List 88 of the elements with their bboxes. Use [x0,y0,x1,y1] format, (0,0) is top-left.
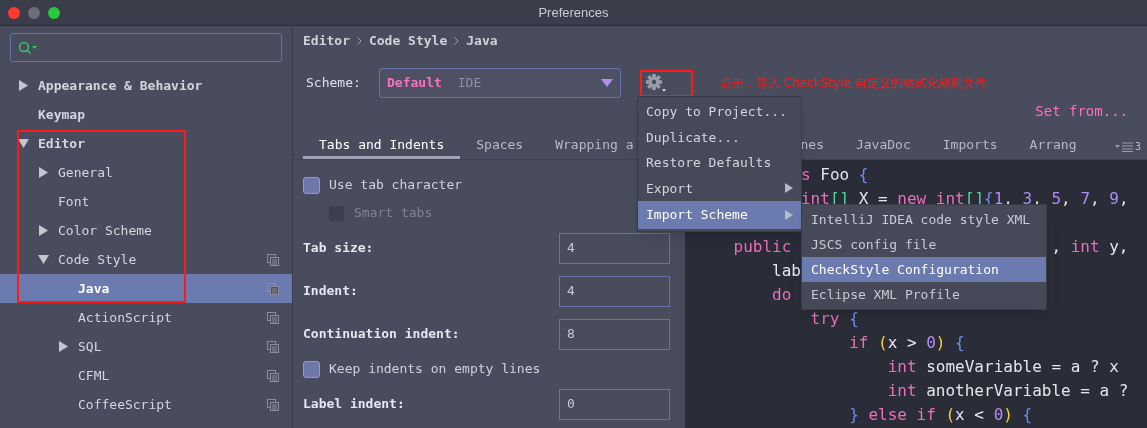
zoom-button[interactable] [48,6,60,19]
expanded-arrow-icon[interactable] [18,138,29,149]
tree-item[interactable]: Appearance & Behavior [0,71,292,100]
checkbox[interactable] [303,360,320,378]
chevron-icon [356,37,362,45]
field-label: Continuation indent: [303,325,461,344]
tree-item-label: SQL [78,337,103,356]
search-field[interactable] [10,33,282,62]
checkbox-label: Keep indents on empty lines [329,360,541,379]
field-label: Indent: [303,282,359,301]
list-icon [1114,141,1133,152]
tree-item-label: CoffeeScript [78,395,173,414]
tree-item[interactable]: Color Scheme [0,216,292,245]
field-label: Label indent: [303,395,406,414]
tabs-overflow-button[interactable]: 3 [1114,134,1141,159]
code-text: do [772,284,792,306]
tree-item[interactable]: Editor [0,129,292,158]
menu-item[interactable]: Eclipse XML Profile [802,282,1046,307]
code-text: , int y, [1051,236,1129,258]
submenu-arrow-icon [785,210,793,220]
tab[interactable]: Tabs and Indents [303,134,461,159]
code-text: lab [772,260,801,282]
menu-item[interactable]: IntelliJ IDEA code style XML [802,207,1046,232]
breadcrumb-item[interactable]: Code Style [368,31,448,51]
collapsed-arrow-icon[interactable] [18,80,29,91]
tree-item[interactable]: ActionScript [0,303,292,332]
menu-item[interactable]: JSCS config file [802,232,1046,257]
code-text: s Foo { [800,164,869,186]
code-text: int someVariable = a ? x [887,356,1119,378]
tab[interactable]: Spaces [460,134,540,159]
chevron-icon [454,37,460,45]
tree-item-label: Keymap [38,105,86,124]
code-text: if (x > 0) { [849,332,965,354]
annotation-text: 点击，导入 CheckStyle 自定义的格式化规则文件 [720,75,987,92]
search-icon [18,40,38,55]
tab[interactable]: Wrapping a [539,134,634,159]
menu-item[interactable]: Restore Defaults [638,150,801,176]
tree-item-label: ActionScript [78,308,173,327]
field-label: Tab size: [303,239,375,258]
code-text: } else if (x < 0) { [849,404,1033,426]
menu-item[interactable]: CheckStyle Configuration [802,257,1046,282]
tree-item-label: CFML [78,366,111,385]
menu-item[interactable]: Export [638,175,801,201]
tree-item[interactable]: Font [0,187,292,216]
scheme-dropdown[interactable]: Default IDE [379,68,621,98]
tree-item[interactable]: Keymap [0,100,292,129]
tree-item[interactable]: General [0,158,292,187]
window-title: Preferences [538,3,609,22]
menu-item[interactable]: Duplicate... [638,124,801,150]
submenu-arrow-icon [785,183,793,194]
code-text: public [733,236,792,258]
number-field[interactable]: 4 [559,275,670,307]
checkbox[interactable] [303,176,320,194]
tree-item[interactable]: SQL [0,332,292,361]
number-field[interactable]: 0 [559,388,670,420]
checkbox-label: Use tab character [329,176,463,195]
scheme-label: Scheme: [306,74,362,93]
tab[interactable]: Arrang [1013,134,1093,159]
tree-item-label: General [58,163,114,182]
tree-item-label: Font [58,192,91,211]
expanded-arrow-icon[interactable] [38,254,49,265]
tree-item-label: Java [78,279,111,298]
menu-item[interactable]: Copy to Project... [638,99,801,125]
tab[interactable]: nes [798,134,840,159]
breadcrumb-item[interactable]: Java [466,31,498,51]
tree-item[interactable]: CoffeeScript [0,390,292,419]
collapsed-arrow-icon[interactable] [38,225,49,236]
number-field[interactable]: 4 [559,232,670,264]
tree-item[interactable]: Java [0,274,292,303]
close-button[interactable] [8,6,20,19]
tab[interactable]: Imports [926,134,1014,159]
tree-item-label: Editor [38,134,86,153]
code-text: int anotherVariable = a ? [887,380,1129,402]
collapsed-arrow-icon[interactable] [58,341,69,352]
set-from-link[interactable]: Set from... [1035,100,1128,122]
number-field[interactable]: 8 [559,318,670,350]
tree-item-label: Code Style [58,250,138,269]
breadcrumb-item[interactable]: Editor [303,31,350,51]
dropdown-arrow-icon [601,79,613,87]
tab[interactable]: JavaDoc [839,134,927,159]
collapsed-arrow-icon[interactable] [38,167,49,178]
code-text: try { [810,308,859,330]
menu-item[interactable]: Import Scheme [638,201,801,229]
tree-item-label: Color Scheme [58,221,153,240]
tree-item[interactable]: Code Style [0,245,292,274]
tree-item[interactable]: CFML [0,361,292,390]
settings-icon[interactable] [645,73,667,93]
tree-item-label: Appearance & Behavior [38,76,204,95]
